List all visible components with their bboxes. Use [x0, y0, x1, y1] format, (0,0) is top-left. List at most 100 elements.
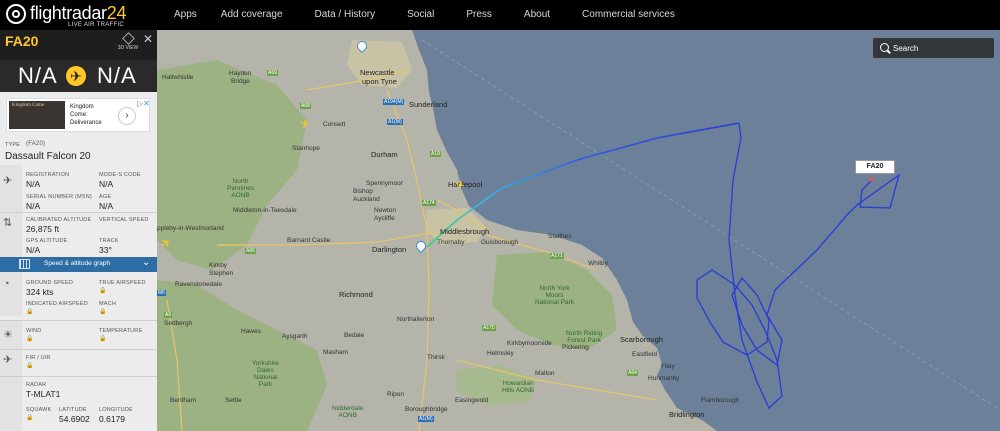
destination-airport: N/A: [97, 63, 137, 88]
3d-view-label: 3D VIEW: [117, 45, 139, 51]
park-line: North York: [539, 285, 570, 292]
calibrated-altitude-label: CALIBRATED ALTITUDE: [26, 217, 92, 223]
town-label: Flamborough: [701, 397, 740, 404]
town-label: Consett: [323, 121, 346, 128]
town-label: Kirkby: [209, 262, 228, 269]
nav-data-history[interactable]: Data / History: [306, 0, 385, 30]
registration-value: N/A: [26, 179, 41, 189]
search-input[interactable]: [891, 41, 990, 56]
advertisement[interactable]: Kingdom Come Kingdom Come: Deliverance ›…: [6, 98, 150, 132]
ad-arrow-button[interactable]: ›: [118, 107, 136, 125]
3d-view-button[interactable]: 3D VIEW: [117, 32, 139, 51]
squawk-label: SQUAWK: [26, 407, 52, 413]
park-line: AONB: [338, 412, 357, 419]
airspace-icon: ✈: [3, 354, 13, 366]
park-label: Nidderdale AONB: [332, 405, 363, 419]
map-search-box[interactable]: [873, 38, 994, 58]
airplane-icon: ✈: [66, 66, 86, 86]
speedometer-icon: ◔: [3, 278, 10, 290]
park-line: National: [253, 374, 278, 381]
town-label: Settle: [225, 397, 242, 404]
nav-commercial-services[interactable]: Commercial services: [573, 0, 684, 30]
town-label: Helmsley: [487, 350, 514, 357]
town-label: Ravenstonedale: [175, 281, 222, 288]
ad-line-1: Kingdom: [70, 104, 94, 110]
town-label: Pickering: [562, 344, 589, 351]
road-shield: A1(M): [387, 119, 403, 125]
ground-speed-label: GROUND SPEED: [26, 280, 74, 286]
park-line: Pennines: [227, 185, 255, 192]
town-label: Stanhope: [292, 145, 320, 152]
wind-lock-icon: 🔒: [26, 336, 34, 342]
town-label: Thirsk: [427, 354, 445, 361]
town-label: Auckland: [353, 196, 380, 203]
temperature-lock-icon: 🔒: [99, 336, 107, 342]
town-label: Bedale: [344, 332, 365, 339]
flight-label-tag[interactable]: FA20: [855, 160, 895, 174]
vertical-speed-label: VERTICAL SPEED: [99, 217, 149, 223]
town-label: Bishop: [353, 188, 373, 195]
town-label: Boroughbridge: [405, 406, 448, 413]
road-shield: A69: [267, 70, 278, 76]
squawk-lock-icon: 🔒: [26, 415, 34, 421]
road-shield: A66: [245, 248, 256, 254]
nav-add-coverage[interactable]: Add coverage: [212, 0, 292, 30]
logo-tagline: LIVE AIR TRAFFIC: [68, 22, 125, 28]
serial-label: SERIAL NUMBER (MSN): [26, 194, 92, 200]
weather-icon: ☀: [3, 329, 13, 341]
divider: [0, 320, 157, 321]
town-label: upon Tyne: [362, 77, 397, 86]
nav-press[interactable]: Press: [457, 0, 501, 30]
speed-altitude-graph-toggle[interactable]: Speed & altitude graph ⌄: [0, 257, 157, 272]
town-label: Spennymoor: [366, 180, 403, 187]
true-airspeed-lock-icon: 🔒: [99, 288, 107, 294]
calibrated-altitude-value: 26,875 ft: [26, 224, 60, 234]
radar-section-gutter: [0, 377, 22, 431]
town-label: Richmond: [339, 290, 373, 299]
road-shield: A170: [482, 325, 496, 331]
ad-image: Kingdom Come: [9, 101, 65, 129]
town-label: Malton: [535, 370, 555, 377]
town-label: Scarborough: [620, 335, 663, 344]
ground-speed-value: 324 kts: [26, 287, 54, 297]
true-airspeed-label: TRUE AIRSPEED: [99, 280, 146, 286]
park-line: Howardian: [502, 380, 534, 387]
ad-image-text: Kingdom Come: [12, 103, 45, 108]
airplane-side-icon: ✈: [3, 175, 13, 187]
park-line: Forest Park: [567, 337, 601, 344]
town-label: Hunmanby: [648, 375, 680, 382]
radar-value: T-MLAT1: [26, 389, 61, 399]
track-label: TRACK: [99, 238, 119, 244]
flightradar24-logo[interactable]: flightradar24 LIVE AIR TRAFFIC: [6, 3, 146, 28]
park-line: Park: [258, 381, 273, 388]
top-navigation-bar: flightradar24 LIVE AIR TRAFFIC Apps Add …: [0, 0, 1000, 30]
town-label: Thornaby: [437, 239, 465, 246]
town-label: Masham: [323, 349, 348, 356]
mach-label: MACH: [99, 301, 116, 307]
town-label: Ripon: [387, 391, 404, 398]
serial-value: N/A: [26, 201, 41, 211]
nav-apps[interactable]: Apps: [165, 0, 206, 30]
nav-social[interactable]: Social: [398, 0, 443, 30]
road-shield: A19: [430, 151, 441, 157]
map-view[interactable]: Haltwhistle Hayden Bridge Newcastle upon…: [157, 30, 1000, 431]
town-label: Eastfield: [632, 351, 657, 358]
park-label: North Riding Forest Park: [566, 330, 602, 344]
latitude-value: 54.6902: [59, 414, 90, 424]
park-label: Howardian Hills AONB: [502, 380, 534, 394]
town-label: Whitby: [588, 260, 608, 267]
age-value: N/A: [99, 201, 114, 211]
ad-text: Kingdom Come: Deliverance: [70, 103, 102, 127]
age-label: AGE: [99, 194, 112, 200]
ad-choices-icon[interactable]: ▷✕: [137, 99, 150, 108]
road-shield: A171: [550, 253, 564, 259]
town-label: Bridge: [231, 78, 250, 85]
fir-uir-label: FIR / UIR: [26, 355, 51, 361]
close-panel-button[interactable]: ✕: [143, 32, 153, 46]
town-label: Newcastle: [360, 68, 395, 77]
town-label: Haltwhistle: [162, 74, 194, 81]
track-value: 33°: [99, 245, 112, 255]
latitude-label: LATITUDE: [59, 407, 87, 413]
nav-about[interactable]: About: [515, 0, 559, 30]
park-line: Yorkshire: [252, 360, 279, 367]
